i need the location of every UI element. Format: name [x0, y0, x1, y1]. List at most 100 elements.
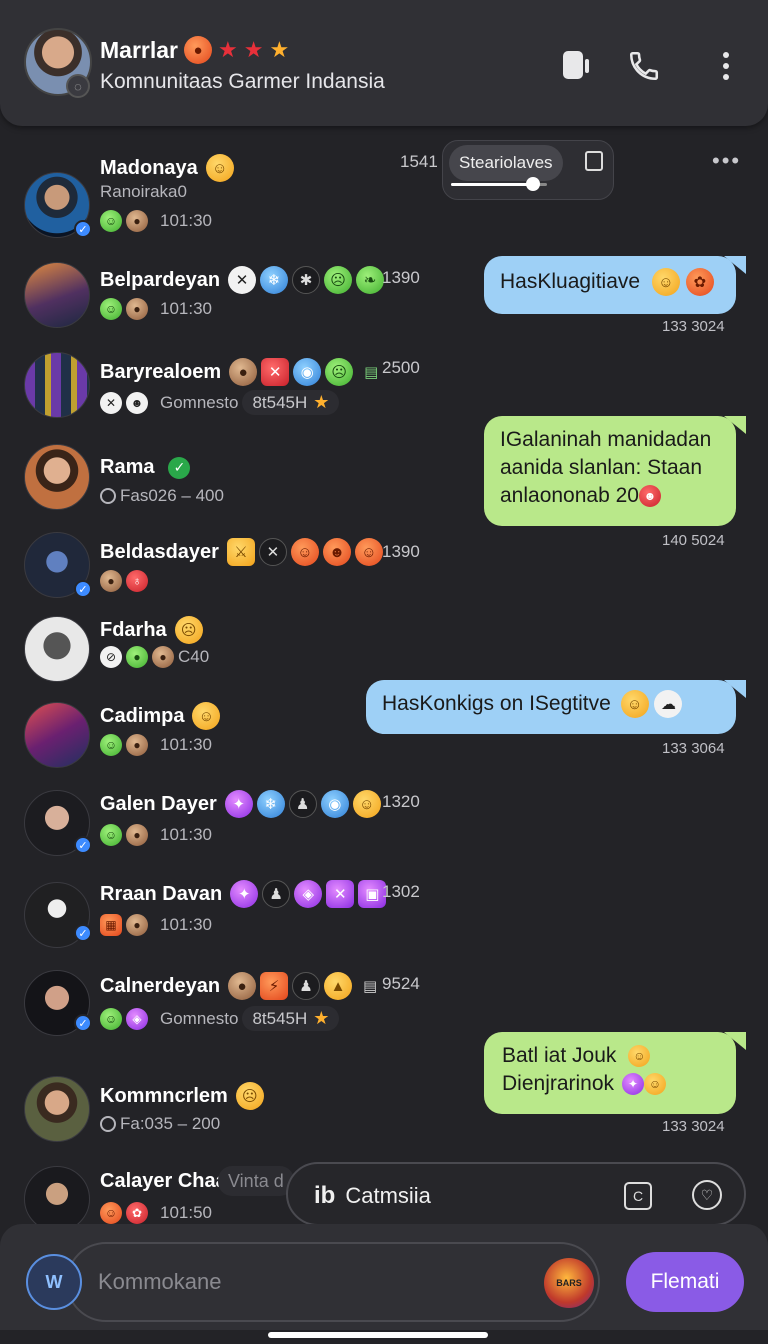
chat-header: ◌ Marrlar ● ★ ★ ★ Komnunitaas Garmer Ind… — [0, 0, 768, 126]
sparkle-icon: ✦ — [224, 790, 253, 818]
status-pill: 8t545H ★ — [242, 390, 340, 415]
heart-icon[interactable]: ♡ — [692, 1180, 722, 1210]
slash-icon: ⚡ — [260, 972, 289, 1000]
volume-popup: Steariolaves — [442, 140, 614, 200]
chat-name: Belpardeyan ✕ ❄ ✱ ☹ ❧ — [100, 266, 385, 294]
ghost-emoji-icon: ☁ — [654, 690, 683, 719]
message-time: 133 3024 — [662, 318, 725, 335]
volume-thumb[interactable] — [525, 177, 540, 191]
user-face-icon: ● — [100, 570, 122, 592]
send-button[interactable]: Flemati — [626, 1252, 744, 1312]
message-bubble[interactable]: HasKluagitiave ☺ ✿ — [484, 256, 746, 314]
volume-slider[interactable] — [451, 177, 547, 191]
red-badge-icon: ✿ — [126, 1202, 148, 1224]
verified-icon: ✓ — [74, 220, 92, 238]
message-line: anlaononab 20 — [500, 484, 639, 507]
member-count: 2500 — [382, 358, 420, 377]
avatar — [24, 352, 90, 418]
chat-reactions: Fa:035 – 200 — [100, 1114, 220, 1134]
monster-face-icon: ☹ — [325, 358, 354, 386]
more-vert-icon[interactable] — [708, 48, 744, 84]
chat-reactions: ☺ ● 101:30 — [100, 824, 212, 846]
red-star-icon: ★ — [243, 37, 264, 62]
home-indicator — [268, 1332, 488, 1338]
red-x-icon: ✕ — [261, 358, 290, 386]
app-logo-icon[interactable]: W — [26, 1254, 82, 1310]
blue-badge-icon: ◉ — [293, 358, 322, 386]
face-emoji-icon: ☺ — [628, 1045, 651, 1068]
chat-name: Madonaya ☺ — [100, 154, 234, 182]
avatar — [24, 702, 90, 768]
bubble-tail — [724, 416, 746, 434]
member-count: 1390 — [382, 542, 420, 561]
chat-title[interactable]: Marrlar ● ★ ★ ★ — [100, 36, 289, 64]
chat-name: Kommncrlem ☹ — [100, 1082, 264, 1110]
avatar — [24, 1166, 90, 1232]
verified-check-icon: ✓ — [168, 456, 191, 479]
verified-icon: ✓ — [74, 1014, 92, 1032]
star-icon: ★ — [313, 392, 330, 412]
snowflake-icon: ❄ — [260, 266, 289, 294]
monster-face-icon: ☹ — [324, 266, 353, 294]
chat-reactions: ● ♁ — [100, 570, 148, 592]
bubble-tail — [724, 680, 746, 698]
chat-reactions: ✕ ☻ Gomnesto 8t545H ★ — [100, 390, 340, 415]
verified-icon: ✓ — [74, 580, 92, 598]
bubble-tail — [724, 1032, 746, 1050]
message-line: aanida slanlan: Staan — [500, 456, 702, 479]
chat-name: Rama ✓ — [100, 456, 191, 479]
flame-icon: ▲ — [324, 972, 353, 1000]
floating-action-bar[interactable]: ib Catmsiia C ♡ — [286, 1162, 746, 1226]
member-count: 9524 — [382, 974, 420, 993]
bubble-tail — [724, 256, 746, 274]
copy-icon[interactable] — [585, 151, 603, 171]
chat-subtitle: Komnunitaas Garmer Indansia — [100, 70, 385, 93]
face-icon: ☻ — [126, 391, 148, 414]
character-icon: ● — [229, 358, 258, 386]
chat-name: Calnerdeyan ● ⚡ ♟ ▲ ▤ — [100, 972, 384, 1000]
worried-face-icon: ☹ — [174, 616, 203, 644]
green-face-icon: ☺ — [100, 210, 122, 232]
sticker-emoji-icon: ✿ — [685, 268, 714, 297]
location-pin-icon — [100, 1116, 116, 1132]
video-icon[interactable] — [558, 48, 594, 84]
chat-meta: Gomnesto — [160, 1008, 239, 1028]
message-bubble[interactable]: Batl iat Jouk ☺ Dienjrarinok ✦ ☺ — [484, 1032, 746, 1114]
location-pin-icon — [100, 488, 116, 504]
spider-icon: ✱ — [292, 266, 321, 294]
chat-name: Baryrealoem ● ✕ ◉ ☹ ▤ — [100, 358, 385, 386]
chat-name: Beldasdayer ⚔ ✕ ☺ ☻ ☺ — [100, 538, 383, 566]
close-badge-icon: ✕ — [100, 391, 122, 414]
face-emoji-icon: ☺ — [352, 790, 381, 818]
x-badge-icon: ✕ — [258, 538, 287, 566]
phone-icon[interactable] — [626, 48, 662, 84]
green-face-icon: ☺ — [100, 1007, 122, 1030]
chat-meta: C40 — [178, 647, 210, 666]
sticker-button[interactable]: BARS — [544, 1258, 594, 1308]
worried-face-icon: ☹ — [235, 1082, 264, 1110]
green-face-icon: ☺ — [100, 824, 122, 846]
verified-icon: ✓ — [74, 836, 92, 854]
chat-reactions: Fas026 – 400 — [100, 486, 224, 506]
message-input[interactable] — [66, 1242, 600, 1322]
message-time: 140 5024 — [662, 532, 725, 549]
blocked-icon: ⊘ — [100, 646, 122, 668]
message-line: Batl iat Jouk — [502, 1044, 617, 1067]
user-face-icon: ● — [126, 210, 148, 232]
figure-icon: ♟ — [292, 972, 321, 1000]
avatar — [24, 1076, 90, 1142]
avatar — [24, 262, 90, 328]
sparkle-icon: ✦ — [230, 880, 259, 908]
chat-title-text: Marrlar — [100, 36, 178, 63]
chat-chip[interactable]: Vinta d — [218, 1166, 294, 1196]
user-face-icon: ● — [126, 734, 148, 756]
chat-meta: Fa:035 – 200 — [120, 1114, 221, 1133]
message-bubble[interactable]: IGalaninah manidadan aanida slanlan: Sta… — [484, 416, 746, 526]
clipboard-icon[interactable]: C — [624, 1182, 652, 1210]
purple-emoji-icon: ✦ — [622, 1073, 645, 1096]
message-bubble[interactable]: HasKonkigs on ISegtitve ☺ ☁ — [366, 680, 746, 734]
message-time: 133 3064 — [662, 740, 725, 757]
chat-time: 101:30 — [160, 825, 212, 844]
popup-label[interactable]: Steariolaves — [449, 145, 563, 181]
more-options-icon[interactable]: ••• — [712, 148, 741, 174]
